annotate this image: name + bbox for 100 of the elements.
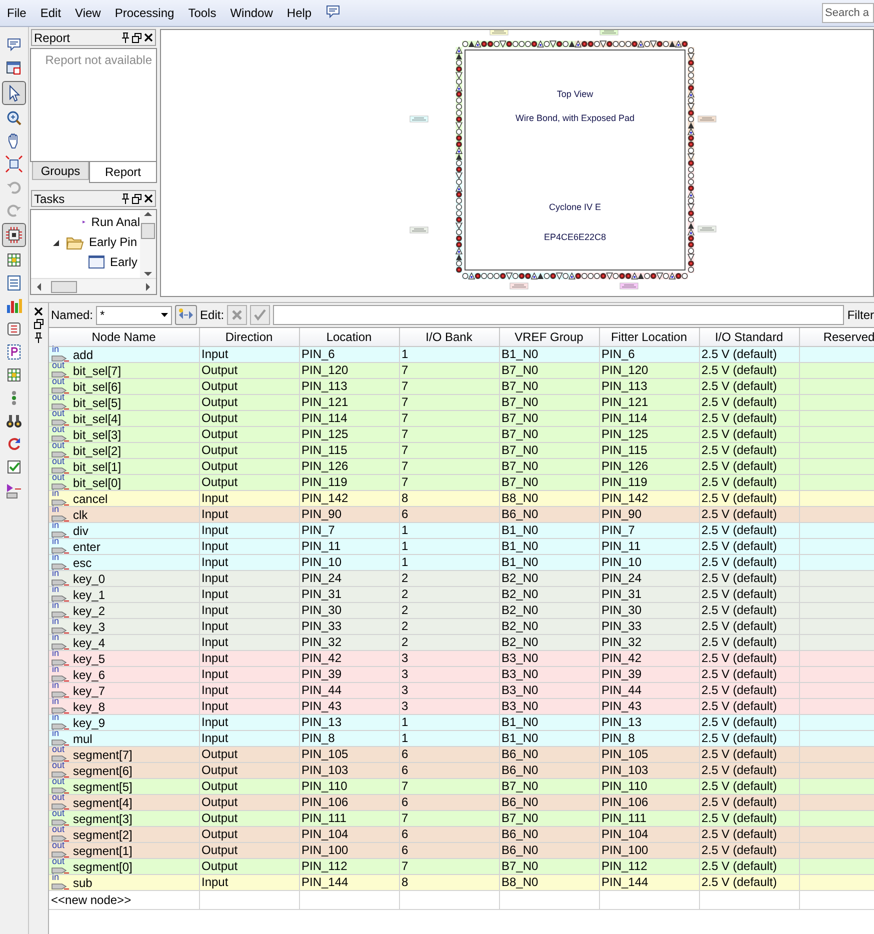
column-header[interactable]: I/O Standard <box>699 328 799 346</box>
table-row[interactable]: in key_9 Input PIN_13 1 B1_N0 PIN_13 2.5 V (default) <box>49 714 874 730</box>
node-name: bit_sel[3] <box>73 426 122 444</box>
table-row[interactable]: in key_6 Input PIN_39 3 B3_N0 PIN_39 2.5 V (default) <box>49 666 874 682</box>
named-dropdown[interactable]: * <box>96 306 172 324</box>
panel-tab[interactable]: Report <box>89 162 157 183</box>
node-name: clk <box>73 506 88 524</box>
menu-item[interactable]: Help <box>280 4 319 22</box>
table-row[interactable]: out bit_sel[7] Output PIN_120 7 B7_N0 PIN_120 2.5 V (default) <box>49 362 874 378</box>
tree-toggle-icon[interactable] <box>53 238 60 246</box>
column-header[interactable]: VREF Group <box>499 328 599 346</box>
close-icon[interactable] <box>34 307 43 316</box>
table-row[interactable]: out segment[3] Output PIN_111 7 B7_N0 PIN_111 2.5 V (default) <box>49 810 874 826</box>
scrollbar-thumb[interactable] <box>50 280 76 292</box>
node-name: segment[4] <box>73 794 132 812</box>
menu-item[interactable]: Processing <box>108 4 182 22</box>
table-row[interactable]: in key_2 Input PIN_30 2 B2_N0 PIN_30 2.5 V (default) <box>49 602 874 618</box>
node-name: segment[3] <box>73 810 132 828</box>
new-node-row[interactable]: <<new node>> <box>49 890 199 910</box>
node-name: bit_sel[5] <box>73 394 122 412</box>
empty-message: Report not available <box>45 52 152 69</box>
pin-icon[interactable] <box>121 193 130 204</box>
scroll-up-icon[interactable] <box>144 212 152 216</box>
table-row[interactable]: out bit_sel[2] Output PIN_115 7 B7_N0 PIN_115 2.5 V (default) <box>49 442 874 458</box>
node-name: bit_sel[2] <box>73 442 122 460</box>
menu-item[interactable]: Edit <box>33 4 68 22</box>
package-label: Top View <box>556 88 594 101</box>
task-item[interactable]: Early <box>110 253 138 271</box>
menu-item[interactable]: File <box>0 4 34 22</box>
table-row[interactable]: in mul Input PIN_8 1 B1_N0 PIN_8 2.5 V (default) <box>49 730 874 746</box>
table-row[interactable]: out segment[1] Output PIN_100 6 B6_N0 PIN_100 2.5 V (default) <box>49 842 874 858</box>
node-name: segment[7] <box>73 746 132 764</box>
caret-icon[interactable] <box>161 313 168 317</box>
table-row[interactable]: in key_5 Input PIN_42 3 B3_N0 PIN_42 2.5 V (default) <box>49 650 874 666</box>
column-header[interactable]: Node Name <box>49 328 199 346</box>
node-name: key_1 <box>73 586 106 604</box>
horizontal-scrollbar[interactable] <box>31 278 156 294</box>
table-row[interactable]: out segment[2] Output PIN_104 6 B6_N0 PIN_104 2.5 V (default) <box>49 826 874 842</box>
task-item[interactable]: Early Pin <box>89 233 138 251</box>
table-row[interactable]: out segment[6] Output PIN_103 6 B6_N0 PIN_103 2.5 V (default) <box>49 762 874 778</box>
table-row[interactable]: in div Input PIN_7 1 B1_N0 PIN_7 2.5 V (default) <box>49 522 874 538</box>
task-item[interactable]: Run Anal <box>91 213 140 231</box>
pin-icon[interactable] <box>121 32 130 43</box>
column-header[interactable]: I/O Bank <box>399 328 499 346</box>
search-field[interactable]: Search a <box>822 3 874 23</box>
table-row[interactable]: out bit_sel[0] Output PIN_119 7 B7_N0 PIN_119 2.5 V (default) <box>49 474 874 490</box>
table-row[interactable]: out segment[5] Output PIN_110 7 B7_N0 PIN_110 2.5 V (default) <box>49 778 874 794</box>
close-icon[interactable] <box>144 194 153 203</box>
menu-item[interactable]: Window <box>223 4 280 22</box>
node-name: key_0 <box>73 570 106 588</box>
table-row[interactable]: out segment[0] Output PIN_112 7 B7_N0 PIN_112 2.5 V (default) <box>49 858 874 874</box>
field-label: Filter <box>847 307 874 324</box>
edit-field[interactable] <box>273 305 844 325</box>
table-row[interactable]: in key_3 Input PIN_33 2 B2_N0 PIN_33 2.5 V (default) <box>49 618 874 634</box>
node-name: segment[6] <box>73 762 132 780</box>
bank-tag <box>698 116 716 122</box>
pin-icon[interactable] <box>34 332 43 343</box>
table-row[interactable]: in key_4 Input PIN_32 2 B2_N0 PIN_32 2.5 V (default) <box>49 634 874 650</box>
node-name: add <box>73 346 94 364</box>
node-name: segment[1] <box>73 842 132 860</box>
table-row[interactable]: in add Input PIN_6 1 B1_N0 PIN_6 2.5 V (default) <box>49 346 874 362</box>
table-row[interactable]: in enter Input PIN_11 1 B1_N0 PIN_11 2.5 V (default) <box>49 538 874 554</box>
node-name: esc <box>73 554 92 572</box>
table-row[interactable]: in clk Input PIN_90 6 B6_N0 PIN_90 2.5 V (default) <box>49 506 874 522</box>
table-row[interactable]: out bit_sel[3] Output PIN_125 7 B7_N0 PIN_125 2.5 V (default) <box>49 426 874 442</box>
restore-icon[interactable] <box>132 194 142 204</box>
table-row[interactable]: in key_0 Input PIN_24 2 B2_N0 PIN_24 2.5 V (default) <box>49 570 874 586</box>
table-row[interactable]: in key_7 Input PIN_44 3 B3_N0 PIN_44 2.5 V (default) <box>49 682 874 698</box>
node-name: key_3 <box>73 618 106 636</box>
close-icon[interactable] <box>144 33 153 42</box>
restore-icon[interactable] <box>132 32 142 42</box>
table-row[interactable]: out bit_sel[5] Output PIN_121 7 B7_N0 PIN_121 2.5 V (default) <box>49 394 874 410</box>
table-row[interactable]: out bit_sel[4] Output PIN_114 7 B7_N0 PIN_114 2.5 V (default) <box>49 410 874 426</box>
node-name: segment[0] <box>73 858 132 876</box>
menu-item[interactable]: Tools <box>181 4 224 22</box>
table-row[interactable]: in sub Input PIN_144 8 B8_N0 PIN_144 2.5 V (default) <box>49 874 874 890</box>
column-header[interactable]: Direction <box>199 328 299 346</box>
column-header[interactable]: Location <box>299 328 399 346</box>
table-row[interactable]: out segment[7] Output PIN_105 6 B6_N0 PIN_105 2.5 V (default) <box>49 746 874 762</box>
node-name: bit_sel[7] <box>73 362 122 380</box>
table-row[interactable]: in esc Input PIN_10 1 B1_N0 PIN_10 2.5 V (default) <box>49 554 874 570</box>
comment-icon[interactable] <box>324 5 341 19</box>
table-row[interactable]: out bit_sel[6] Output PIN_113 7 B7_N0 PIN_113 2.5 V (default) <box>49 378 874 394</box>
column-header[interactable]: Fitter Location <box>599 328 699 346</box>
node-name: bit_sel[0] <box>73 474 122 492</box>
menu-item[interactable]: View <box>68 4 108 22</box>
bank-tag <box>490 30 508 36</box>
restore-icon[interactable] <box>34 319 44 329</box>
column-header[interactable]: Reserved <box>799 328 874 346</box>
table-row[interactable]: in cancel Input PIN_142 8 B8_N0 PIN_142 2.5 V (default) <box>49 490 874 506</box>
panel-tab[interactable]: Groups <box>32 162 89 180</box>
table-row[interactable]: out bit_sel[1] Output PIN_126 7 B7_N0 PIN_126 2.5 V (default) <box>49 458 874 474</box>
vertical-scrollbar[interactable] <box>140 210 156 278</box>
scrollbar-thumb[interactable] <box>141 223 155 239</box>
table-row[interactable]: in key_8 Input PIN_43 3 B3_N0 PIN_43 2.5 V (default) <box>49 698 874 714</box>
check-icon[interactable] <box>254 309 266 321</box>
table-row[interactable]: out segment[4] Output PIN_106 6 B6_N0 PIN_106 2.5 V (default) <box>49 794 874 810</box>
panel-title: Tasks <box>34 190 65 208</box>
node-name: cancel <box>73 490 108 508</box>
table-row[interactable]: in key_1 Input PIN_31 2 B2_N0 PIN_31 2.5 V (default) <box>49 586 874 602</box>
